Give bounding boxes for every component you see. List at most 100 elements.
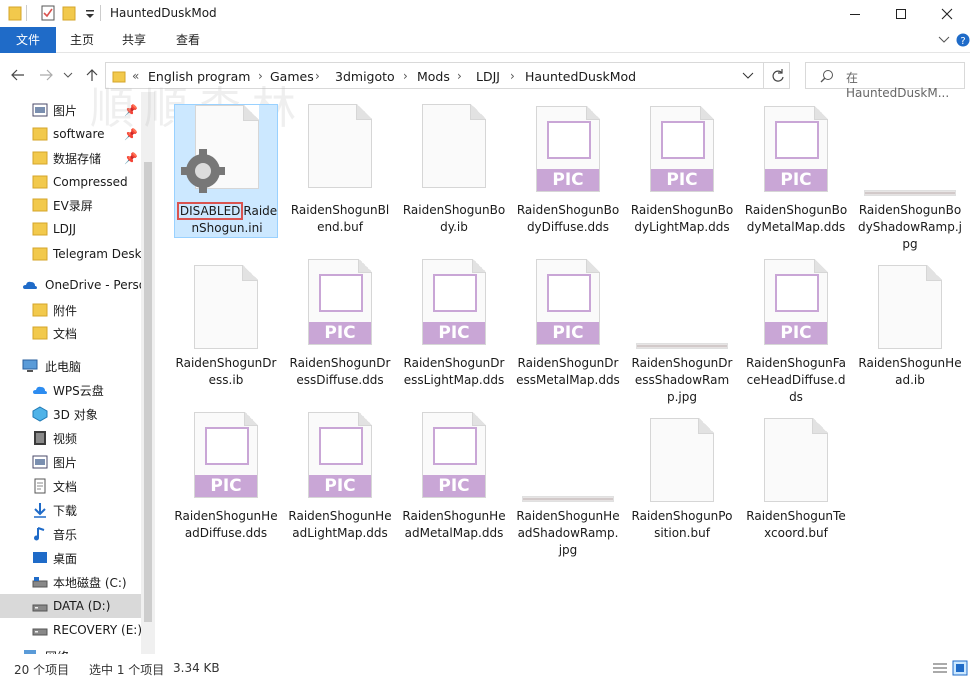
file-item-head-metalmap-dds[interactable]: PIC RaidenShogunHeadMetalMap.dds <box>402 410 506 562</box>
recent-locations-button[interactable] <box>58 65 78 85</box>
sidebar-item-ev-recording[interactable]: EV录屏 <box>0 193 141 217</box>
image-file-icon: PIC <box>764 106 828 192</box>
tab-view[interactable]: 查看 <box>164 27 212 53</box>
up-button[interactable] <box>82 65 102 85</box>
breadcrumb-hauntedduskmod[interactable]: HauntedDuskMod <box>525 69 636 84</box>
search-input[interactable]: 在 HauntedDuskM... <box>805 62 965 100</box>
file-item-dress-lightmap-dds[interactable]: PIC RaidenShogunDressLightMap.dds <box>402 257 506 409</box>
breadcrumb-english-program[interactable]: English program <box>148 69 250 84</box>
drive-icon <box>32 577 48 588</box>
chevron-down-icon[interactable] <box>938 35 950 45</box>
file-name: RaidenShogunDressShadowRamp.jpg <box>631 356 733 404</box>
breadcrumb-3dmigoto[interactable]: 3dmigoto <box>335 69 395 84</box>
file-item-head-shadowramp-jpg[interactable]: RaidenShogunHeadShadowRamp.jpg <box>516 410 620 562</box>
file-item-body-lightmap-dds[interactable]: PIC RaidenShogunBodyLightMap.dds <box>630 104 734 256</box>
breadcrumb-ldjj[interactable]: LDJJ <box>476 69 500 84</box>
sidebar-item-videos[interactable]: 视频 <box>0 426 141 450</box>
file-item-dress-metalmap-dds[interactable]: PIC RaidenShogunDressMetalMap.dds <box>516 257 620 409</box>
svg-text:?: ? <box>960 36 965 47</box>
file-item-face-head-diffuse-dds[interactable]: PIC RaidenShogunFaceHeadDiffuse.dds <box>744 257 848 409</box>
file-item-dress-shadowramp-jpg[interactable]: RaidenShogunDressShadowRamp.jpg <box>630 257 734 409</box>
selection-size: 3.34 KB <box>173 661 220 675</box>
selection-count: 选中 1 个项目 <box>89 663 165 677</box>
file-item-ini[interactable]: DISABLED RaidenShogun.ini <box>174 104 278 238</box>
title-bar: HauntedDuskMod <box>0 0 970 27</box>
file-item-body-metalmap-dds[interactable]: PIC RaidenShogunBodyMetalMap.dds <box>744 104 848 256</box>
properties-icon[interactable] <box>40 4 56 22</box>
sidebar-item-pictures[interactable]: 图片 <box>0 450 141 474</box>
breadcrumb-separator[interactable]: › <box>510 69 515 83</box>
tab-file[interactable]: 文件 <box>0 27 56 53</box>
drive-icon <box>32 628 48 636</box>
sidebar-item-desktop[interactable]: 桌面 <box>0 546 141 570</box>
breadcrumb-separator[interactable]: › <box>258 69 263 83</box>
breadcrumb-games[interactable]: Games <box>270 69 314 84</box>
sidebar-item-wps-cloud[interactable]: WPS云盘 <box>0 378 141 402</box>
sidebar-item-downloads[interactable]: 下载 <box>0 498 141 522</box>
file-item-texcoord-buf[interactable]: RaidenShogunTexcoord.buf <box>744 410 848 562</box>
maximize-button[interactable] <box>878 0 924 27</box>
sidebar-item-attachments[interactable]: 附件 <box>0 298 141 322</box>
tab-home[interactable]: 主页 <box>58 27 106 53</box>
file-item-position-buf[interactable]: RaidenShogunPosition.buf <box>630 410 734 562</box>
sidebar-item-telegram-desktop[interactable]: Telegram Desk <box>0 242 141 266</box>
sidebar-item-drive-d[interactable]: DATA (D:) <box>0 594 141 618</box>
file-item-head-lightmap-dds[interactable]: PIC RaidenShogunHeadLightMap.dds <box>288 410 392 562</box>
new-folder-icon[interactable] <box>62 4 76 22</box>
image-file-icon: PIC <box>422 412 486 498</box>
sidebar-item-onedrive[interactable]: OneDrive - Perso <box>0 273 141 297</box>
file-item-head-diffuse-dds[interactable]: PIC RaidenShogunHeadDiffuse.dds <box>174 410 278 562</box>
this-pc-icon <box>22 359 38 372</box>
sidebar-item-documents-onedrive[interactable]: 文档 <box>0 321 141 345</box>
image-file-icon: PIC <box>650 106 714 192</box>
file-icon <box>308 104 372 188</box>
sidebar-item-data-storage[interactable]: 数据存储 📌 <box>0 146 141 170</box>
forward-button[interactable] <box>36 65 56 85</box>
arrow-right-icon <box>40 69 53 81</box>
details-view-icon[interactable] <box>932 661 948 675</box>
sidebar-scrollbar[interactable] <box>141 92 155 654</box>
sidebar-item-3d-objects[interactable]: 3D 对象 <box>0 402 141 426</box>
file-name: RaidenShogunBodyMetalMap.dds <box>744 203 848 234</box>
breadcrumb-separator[interactable]: › <box>403 69 408 83</box>
breadcrumb-separator[interactable]: › <box>457 69 462 83</box>
file-item-dress-diffuse-dds[interactable]: PIC RaidenShogunDressDiffuse.dds <box>288 257 392 409</box>
file-item-head-ib[interactable]: RaidenShogunHead.ib <box>858 257 962 409</box>
minimize-icon <box>850 13 860 15</box>
sidebar-item-compressed[interactable]: Compressed <box>0 170 141 194</box>
pictures-icon <box>32 455 48 469</box>
file-item-body-ib[interactable]: RaidenShogunBody.ib <box>402 104 506 256</box>
file-item-body-diffuse-dds[interactable]: PIC RaidenShogunBodyDiffuse.dds <box>516 104 620 256</box>
file-item-blend-buf[interactable]: RaidenShogunBlend.buf <box>288 104 392 256</box>
overflow-chevron[interactable]: « <box>132 69 139 83</box>
file-item-dress-ib[interactable]: RaidenShogunDress.ib <box>174 257 278 409</box>
sidebar-item-network[interactable]: 网络 <box>0 644 141 654</box>
sidebar-item-documents[interactable]: 文档 <box>0 474 141 498</box>
sidebar-item-pictures-pinned[interactable]: 图片 📌 <box>0 98 141 122</box>
minimize-button[interactable] <box>832 0 878 27</box>
file-name: RaidenShogunBody.ib <box>402 203 506 234</box>
folder-icon <box>32 151 48 165</box>
address-bar[interactable]: « English program › Games › 3dmigoto › M… <box>105 62 790 89</box>
file-name: RaidenShogunDressMetalMap.dds <box>516 356 620 387</box>
file-item-body-shadowramp-jpg[interactable]: RaidenShogunBodyShadowRamp.jpg <box>858 104 962 256</box>
sidebar-item-drive-c[interactable]: 本地磁盘 (C:) <box>0 570 141 594</box>
sidebar-item-ldjj[interactable]: LDJJ <box>0 217 141 241</box>
sidebar-item-music[interactable]: 音乐 <box>0 522 141 546</box>
tab-share[interactable]: 共享 <box>110 27 158 53</box>
sidebar-item-drive-e[interactable]: RECOVERY (E:) <box>0 618 141 642</box>
close-button[interactable] <box>924 0 970 27</box>
help-icon[interactable]: ? <box>956 32 970 48</box>
sidebar-item-this-pc[interactable]: 此电脑 <box>0 354 141 378</box>
image-file-icon: PIC <box>422 259 486 345</box>
back-button[interactable] <box>8 65 28 85</box>
customize-quick-access-icon[interactable] <box>84 4 96 22</box>
scrollbar-thumb[interactable] <box>144 162 152 622</box>
sidebar-item-software[interactable]: software 📌 <box>0 122 141 146</box>
chevron-down-icon[interactable] <box>742 71 754 81</box>
refresh-icon[interactable] <box>770 68 786 84</box>
large-icons-view-icon[interactable] <box>952 660 968 676</box>
breadcrumb-mods[interactable]: Mods <box>417 69 450 84</box>
file-icon <box>650 418 714 502</box>
breadcrumb-separator[interactable]: › <box>315 69 320 83</box>
